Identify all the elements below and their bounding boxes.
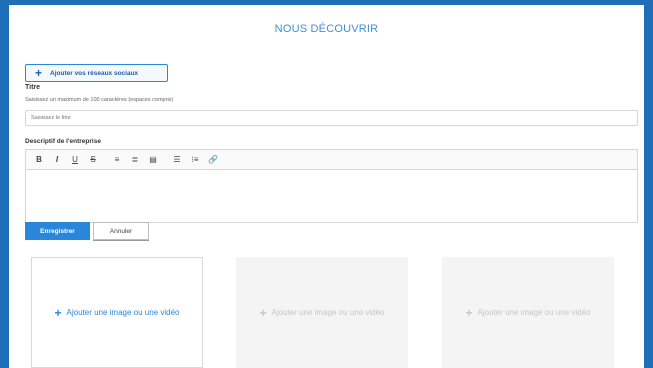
add-social-networks-label: Ajouter vos réseaux sociaux <box>50 69 139 77</box>
bullet-list-icon[interactable]: ☰ <box>169 152 185 168</box>
plus-icon: + <box>259 305 267 320</box>
title-field-help: Saisissez un maximum de 100 caractères (… <box>25 97 174 103</box>
add-media-tile-2[interactable]: + Ajouter une image ou une vidéo <box>236 257 408 368</box>
add-media-label: Ajouter une image ou une vidéo <box>271 308 385 317</box>
align-justify-icon[interactable]: ▤ <box>145 152 161 168</box>
plus-icon: + <box>35 66 43 80</box>
strikethrough-icon[interactable]: S <box>85 152 101 168</box>
add-media-tile-1[interactable]: + Ajouter une image ou une vidéo <box>31 257 203 368</box>
plus-icon: + <box>54 305 62 320</box>
align-center-icon[interactable]: ≣ <box>127 152 143 168</box>
description-label: Descriptif de l'entreprise <box>25 138 101 145</box>
add-media-label: Ajouter une image ou une vidéo <box>66 308 180 317</box>
underline-icon[interactable]: U <box>67 152 83 168</box>
plus-icon: + <box>465 305 473 320</box>
italic-icon[interactable]: I <box>49 152 65 168</box>
add-media-tile-3[interactable]: + Ajouter une image ou une vidéo <box>442 257 614 368</box>
title-input[interactable] <box>25 110 638 126</box>
add-media-label: Ajouter une image ou une vidéo <box>477 308 591 317</box>
align-left-icon[interactable]: ≡ <box>109 152 125 168</box>
add-social-networks-button[interactable]: + Ajouter vos réseaux sociaux <box>25 64 168 82</box>
rich-text-editor: B I U S ≡ ≣ ▤ ☰ ⁝≡ 🔗 <box>25 149 638 223</box>
title-field-label: Titre <box>25 84 41 91</box>
bold-icon[interactable]: B <box>31 152 47 168</box>
link-icon[interactable]: 🔗 <box>205 152 221 168</box>
section-title: NOUS DÉCOUVRIR <box>274 23 379 35</box>
editor-toolbar: B I U S ≡ ≣ ▤ ☰ ⁝≡ 🔗 <box>26 150 637 170</box>
numbered-list-icon[interactable]: ⁝≡ <box>187 152 203 168</box>
save-button[interactable]: Enregistrer <box>25 222 90 240</box>
cancel-button[interactable]: Annuler <box>93 222 149 240</box>
editor-content-area[interactable] <box>26 170 637 223</box>
